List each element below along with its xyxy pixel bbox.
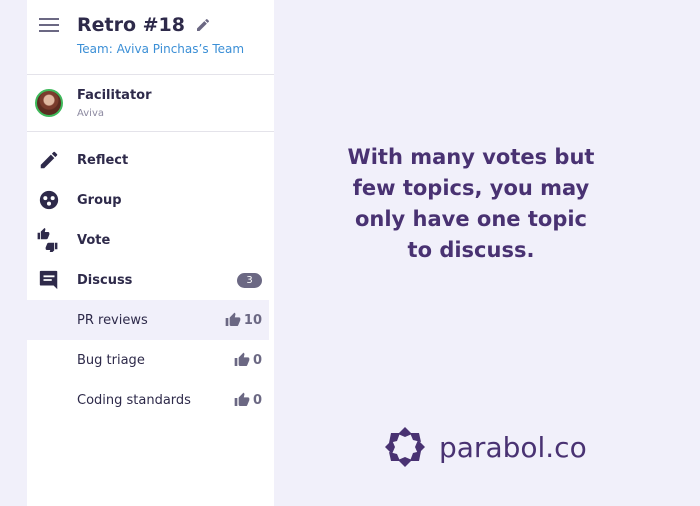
main-message: With many votes but few topics, you may … (347, 145, 595, 262)
team-link[interactable]: Team: Aviva Pinchas’s Team (77, 42, 244, 56)
discuss-count-badge: 3 (237, 272, 262, 288)
retro-title: Retro #18 (77, 14, 185, 36)
sidebar: Retro #18 Team: Aviva Pinchas’s Team Fac… (27, 0, 274, 506)
logo-text: parabol.co (439, 430, 587, 464)
facilitator-name: Aviva (77, 108, 104, 119)
vote-count: 0 (252, 392, 262, 408)
topic-label: Coding standards (77, 392, 191, 408)
vote-count: 0 (252, 352, 262, 368)
topic-item[interactable]: Coding standards 0 (27, 380, 274, 420)
vote-icon (37, 228, 61, 252)
group-icon (37, 188, 61, 212)
nav-item-discuss[interactable]: Discuss 3 (27, 260, 274, 300)
vote-count: 10 (243, 312, 262, 328)
nav-item-reflect[interactable]: Reflect (27, 140, 274, 180)
topic-label: Bug triage (77, 352, 145, 368)
facilitator-label: Facilitator (77, 88, 152, 103)
parabol-logo-icon (385, 427, 425, 467)
nav-label-reflect: Reflect (77, 152, 129, 168)
title-row: Retro #18 (77, 14, 211, 36)
facilitator-section: Facilitator Aviva (27, 75, 274, 132)
topic-item[interactable]: Bug triage 0 (27, 340, 274, 380)
topic-item[interactable]: PR reviews 10 (27, 300, 269, 340)
nav-label-discuss: Discuss (77, 272, 133, 288)
hamburger-menu-icon[interactable] (39, 18, 59, 34)
topic-votes: 0 (234, 392, 262, 408)
nav-item-group[interactable]: Group (27, 180, 274, 220)
parabol-logo: parabol.co (381, 425, 587, 469)
sidebar-header: Retro #18 Team: Aviva Pinchas’s Team (27, 0, 274, 75)
nav-label-vote: Vote (77, 232, 111, 248)
thumbs-up-icon (234, 352, 250, 366)
thumbs-up-icon (225, 312, 241, 326)
edit-title-icon[interactable] (195, 17, 211, 33)
avatar (35, 89, 63, 117)
discuss-icon (37, 268, 61, 292)
nav-item-vote[interactable]: Vote (27, 220, 274, 260)
topic-votes: 0 (234, 352, 262, 368)
topic-votes: 10 (225, 312, 262, 328)
pencil-icon (37, 148, 61, 172)
topic-label: PR reviews (77, 312, 148, 328)
thumbs-up-icon (234, 392, 250, 406)
nav-label-group: Group (77, 192, 122, 208)
